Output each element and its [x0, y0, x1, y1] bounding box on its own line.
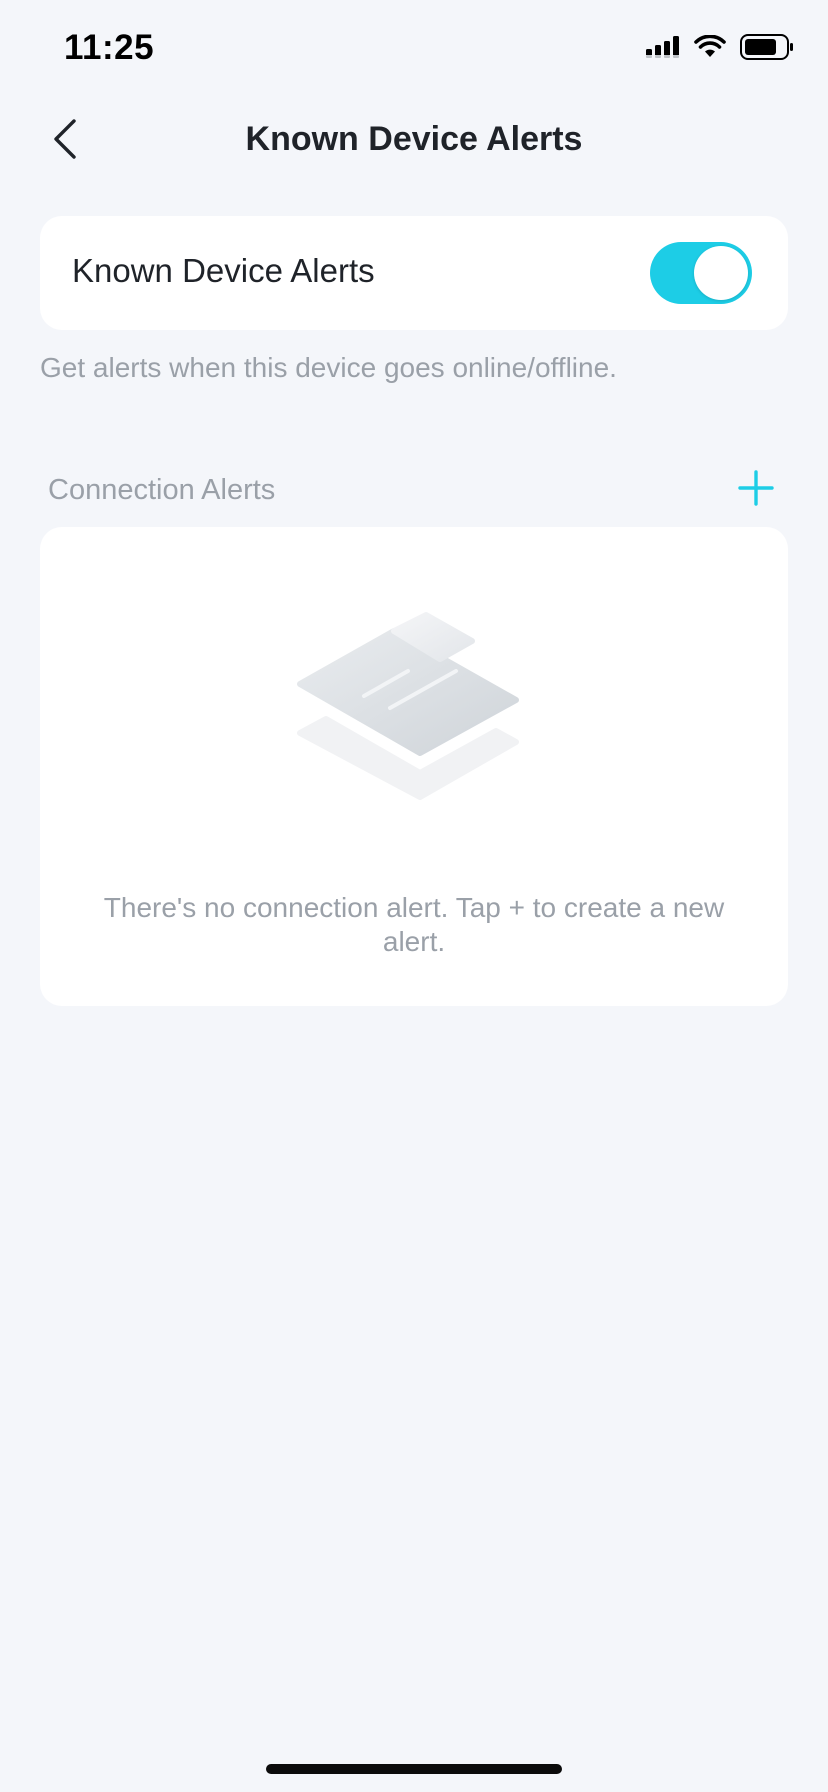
battery-icon: [740, 34, 794, 65]
status-icons: [646, 34, 794, 65]
connection-alerts-title: Connection Alerts: [48, 474, 276, 506]
add-alert-button[interactable]: [736, 468, 776, 508]
page-title: Known Device Alerts: [245, 120, 583, 158]
connection-alerts-card: There's no connection alert. Tap + to cr…: [40, 527, 788, 1006]
empty-state-text: There's no connection alert. Tap + to cr…: [103, 892, 725, 957]
empty-state-illustration: [290, 607, 530, 832]
signal-icon: [646, 35, 680, 64]
wifi-icon: [694, 34, 726, 64]
nav-bar: Known Device Alerts: [0, 100, 828, 180]
toggle-knob: [694, 246, 748, 300]
plus-icon: [736, 470, 776, 512]
known-device-alerts-card: Known Device Alerts: [40, 216, 788, 330]
status-bar: 11:25: [0, 0, 828, 100]
toggle-label: Known Device Alerts: [72, 252, 375, 289]
known-device-alerts-toggle[interactable]: [650, 242, 752, 304]
toggle-hint: Get alerts when this device goes online/…: [40, 352, 617, 383]
status-time: 11:25: [64, 28, 155, 67]
home-indicator: [266, 1764, 562, 1774]
